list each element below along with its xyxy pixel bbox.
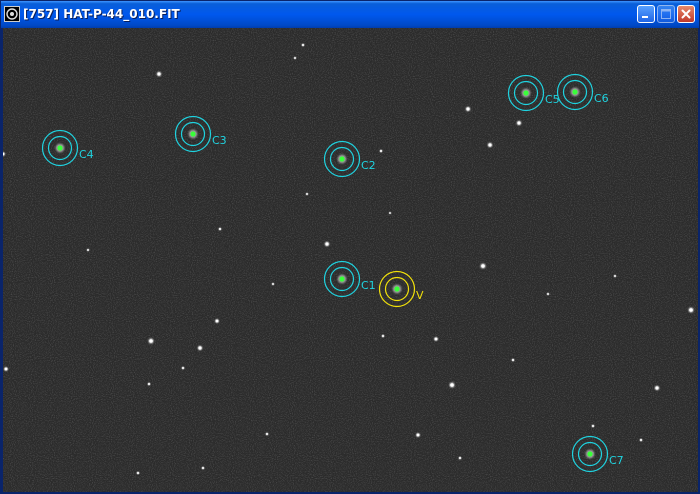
- star-core: [380, 150, 382, 152]
- image-window: [757] HAT-P-44_010.FIT C1 C2 C3 C4 C5 C6…: [0, 0, 700, 494]
- star-field-canvas[interactable]: C1C2C3C4C5 C6C7V: [3, 28, 698, 492]
- star-core: [389, 212, 391, 214]
- aperture-label: C7: [609, 454, 624, 467]
- maximize-button[interactable]: [657, 5, 675, 23]
- star-core: [325, 242, 329, 246]
- star-core: [4, 367, 8, 371]
- centroid-marker: [339, 156, 345, 162]
- star-core: [202, 467, 204, 469]
- centroid-marker: [587, 451, 593, 457]
- star-core: [689, 308, 693, 312]
- star-core: [148, 383, 150, 385]
- star-core: [434, 337, 438, 341]
- star-core: [592, 425, 594, 427]
- star-core: [306, 193, 308, 195]
- star-core: [157, 72, 161, 76]
- minimize-icon: [642, 16, 648, 18]
- minimize-button[interactable]: [637, 5, 655, 23]
- star-core: [416, 433, 420, 437]
- centroid-marker: [523, 90, 529, 96]
- close-button[interactable]: [677, 5, 695, 23]
- star-core: [466, 107, 470, 111]
- star-core: [450, 383, 454, 387]
- star-core: [640, 439, 642, 441]
- aperture-label: C6: [594, 92, 609, 105]
- star-core: [382, 335, 384, 337]
- aperture-label: C1: [361, 279, 376, 292]
- star-core: [488, 143, 492, 147]
- maximize-icon: [661, 9, 671, 19]
- star-core: [219, 228, 221, 230]
- star-core: [294, 57, 296, 59]
- star-core: [459, 457, 461, 459]
- app-logo-icon[interactable]: [4, 6, 20, 22]
- star-core: [198, 346, 202, 350]
- centroid-marker: [339, 276, 345, 282]
- star-core: [215, 319, 219, 323]
- aperture-label: V: [416, 289, 424, 302]
- star-core: [614, 275, 616, 277]
- star-core: [655, 386, 659, 390]
- star-field-image[interactable]: C1 C2 C3 C4 C5 C6 C7 V: [3, 28, 698, 492]
- aperture-label: C3: [212, 134, 227, 147]
- star-core: [149, 339, 153, 343]
- window-title: [757] HAT-P-44_010.FIT: [23, 7, 180, 21]
- star-core: [137, 472, 139, 474]
- centroid-marker: [190, 131, 196, 137]
- title-bar[interactable]: [757] HAT-P-44_010.FIT: [1, 1, 699, 28]
- star-core: [517, 121, 521, 125]
- centroid-marker: [394, 286, 400, 292]
- star-core: [266, 433, 268, 435]
- aperture-label: C2: [361, 159, 376, 172]
- close-icon: [681, 9, 691, 19]
- star-core: [302, 44, 304, 46]
- star-core: [182, 367, 184, 369]
- star-core: [512, 359, 514, 361]
- centroid-marker: [57, 145, 63, 151]
- star-core: [272, 283, 274, 285]
- star-core: [481, 264, 485, 268]
- aperture-label: C4: [79, 148, 94, 161]
- star-core: [87, 249, 89, 251]
- star-core: [547, 293, 549, 295]
- centroid-marker: [572, 89, 578, 95]
